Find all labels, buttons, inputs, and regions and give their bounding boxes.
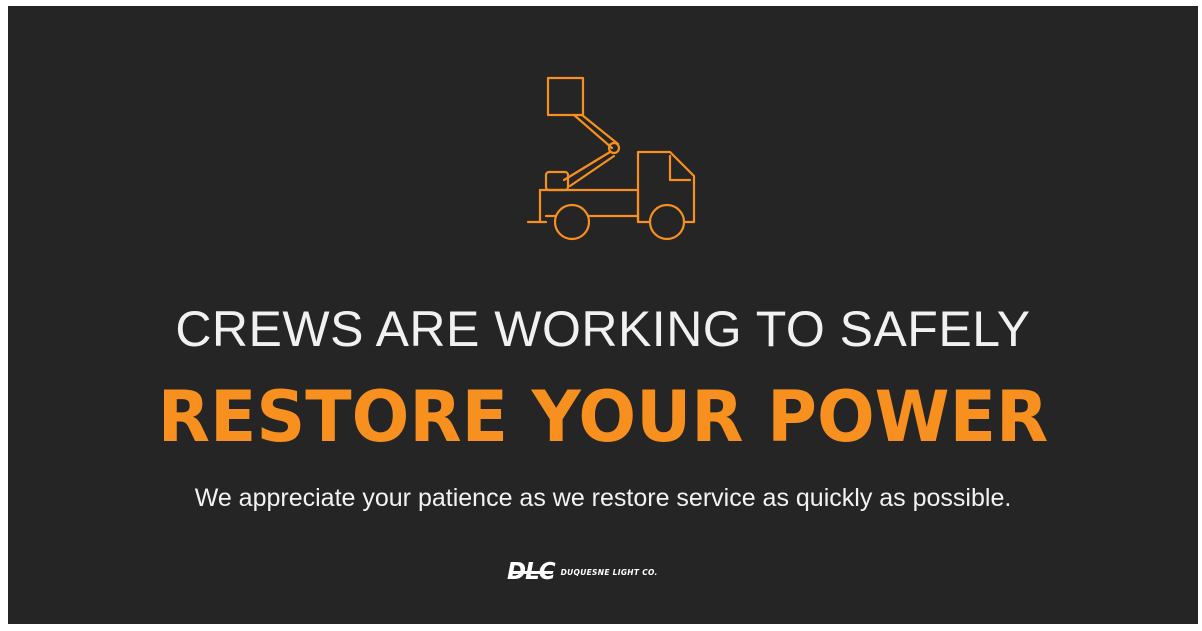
logo-mark: DLC <box>507 559 556 585</box>
bucket-truck-icon <box>526 76 696 241</box>
patience-message: We appreciate your patience as we restor… <box>194 484 1012 512</box>
outage-banner: CREWS ARE WORKING TO SAFELY RESTORE YOUR… <box>8 6 1198 624</box>
headline-line-2: RESTORE YOUR POWER <box>157 376 1049 458</box>
logo-company-name: DUQUESNE LIGHT CO. <box>560 567 658 577</box>
duquesne-light-logo: DLC DUQUESNE LIGHT CO. <box>507 557 658 587</box>
headline-line-1: CREWS ARE WORKING TO SAFELY <box>175 301 1031 357</box>
